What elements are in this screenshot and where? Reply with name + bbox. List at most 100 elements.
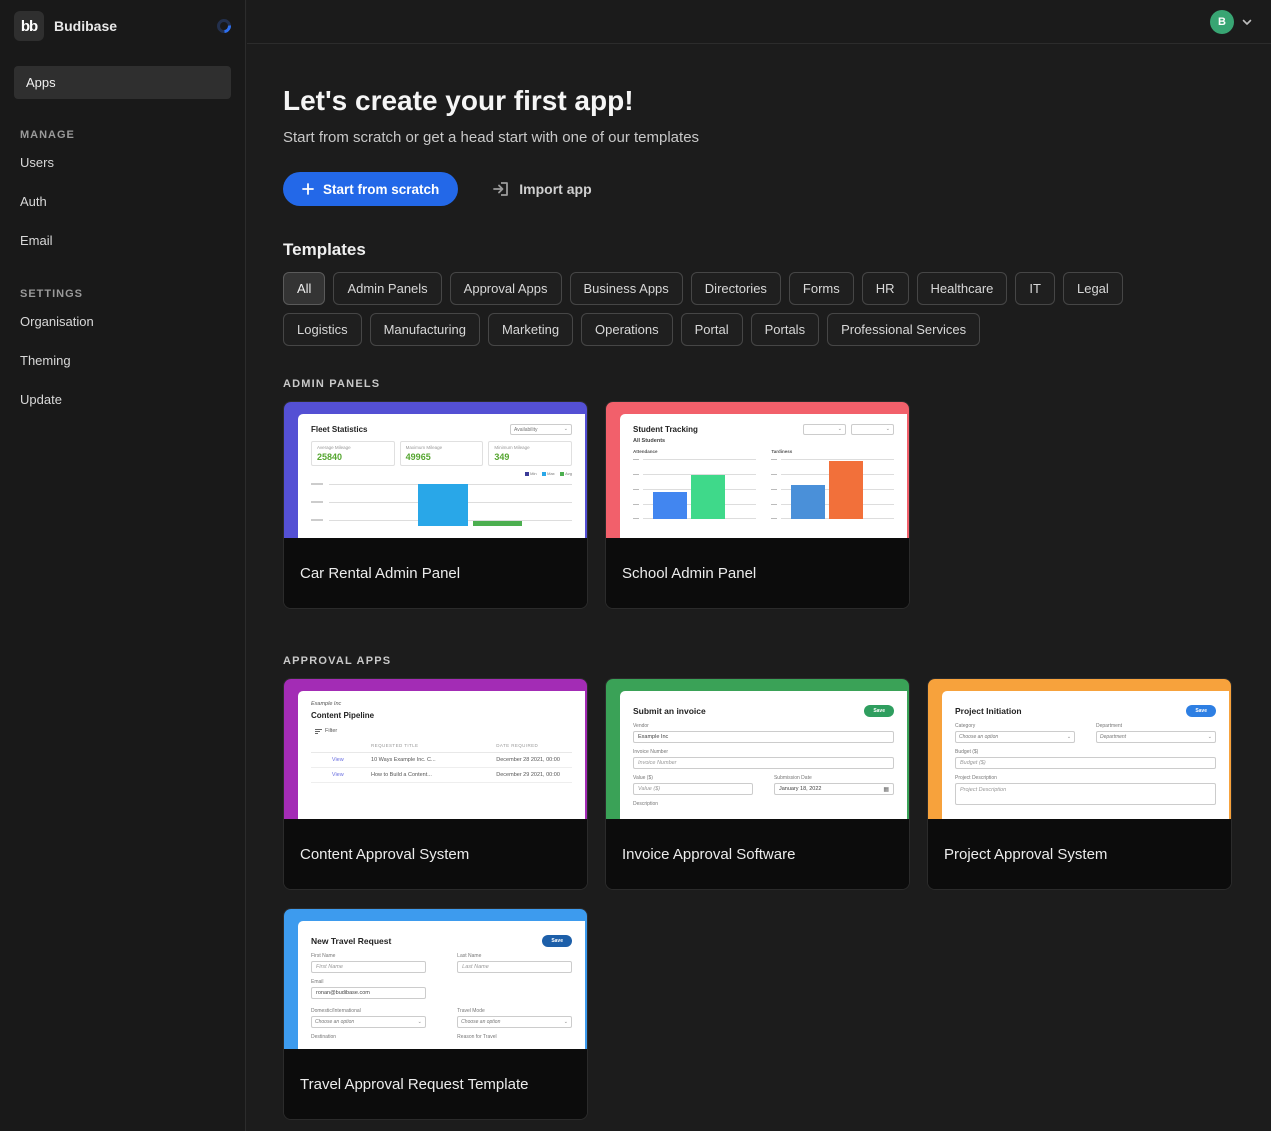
template-card-title: Car Rental Admin Panel: [284, 538, 587, 608]
loading-spinner-icon: [214, 16, 234, 36]
mock-project-title: Project Initiation: [955, 706, 1022, 716]
mock-tardiness-chart: Tardiness: [771, 449, 894, 519]
invoice-thumbnail: Submit an invoice Save Vendor Example In…: [606, 679, 909, 819]
sidebar-item-auth[interactable]: Auth: [0, 184, 245, 219]
travel-thumbnail: New Travel Request Save First Name First…: [284, 909, 587, 1049]
mock-company: Example Inc: [311, 701, 572, 707]
mock-travel-title: New Travel Request: [311, 936, 391, 946]
sidebar-section-manage: MANAGE: [20, 129, 245, 141]
filter-chip-marketing[interactable]: Marketing: [488, 313, 573, 346]
mock-date-input: January 18, 2022▦: [774, 783, 894, 795]
mock-email-input: ronan@budibase.com: [311, 987, 426, 999]
sidebar-item-update[interactable]: Update: [0, 382, 245, 417]
filter-chip-hr[interactable]: HR: [862, 272, 909, 305]
mock-last-name-input: Last Name: [457, 961, 572, 973]
page-title: Let's create your first app!: [283, 85, 1271, 117]
mock-fleet-title: Fleet Statistics: [311, 425, 367, 434]
filter-chip-approval-apps[interactable]: Approval Apps: [450, 272, 562, 305]
template-card-project-approval[interactable]: Project Initiation Save Category Choose …: [927, 678, 1232, 890]
mock-stat-average: Average Mileage 25840: [311, 441, 395, 466]
mock-student-title: Student Tracking: [633, 425, 698, 434]
template-card-content-approval[interactable]: Example Inc Content Pipeline Filter REQU…: [283, 678, 588, 890]
mock-chart-legend: Min Max Avg: [311, 471, 572, 476]
budibase-portal: bb Budibase Apps MANAGE Users Auth Email…: [0, 0, 1271, 1131]
filter-chip-professional-services[interactable]: Professional Services: [827, 313, 980, 346]
start-from-scratch-label: Start from scratch: [323, 182, 439, 197]
content-thumbnail: Example Inc Content Pipeline Filter REQU…: [284, 679, 587, 819]
template-card-school[interactable]: Student Tracking ⌄ ⌄ All Students Attend…: [605, 401, 910, 609]
mock-table: REQUESTED TITLE DATE REQUIRED View 10 Wa…: [311, 740, 572, 783]
mock-value-input: Value ($): [633, 783, 753, 795]
travel-mock: New Travel Request Save First Name First…: [298, 921, 585, 1049]
mock-travel-mode-select: Choose an option⌄: [457, 1016, 572, 1028]
mock-stat-minimum: Minimum Mileage 349: [488, 441, 572, 466]
start-from-scratch-button[interactable]: Start from scratch: [283, 172, 458, 206]
school-thumbnail: Student Tracking ⌄ ⌄ All Students Attend…: [606, 402, 909, 538]
mock-attendance-chart: Attendance: [633, 449, 756, 519]
filter-chip-legal[interactable]: Legal: [1063, 272, 1123, 305]
template-card-title: Travel Approval Request Template: [284, 1049, 587, 1119]
filter-chip-directories[interactable]: Directories: [691, 272, 781, 305]
approval-apps-row-2: New Travel Request Save First Name First…: [283, 908, 1271, 1120]
mock-school-selects: ⌄ ⌄: [803, 424, 894, 435]
template-card-car-rental[interactable]: Fleet Statistics Availability⌄ Average M…: [283, 401, 588, 609]
filter-chip-all[interactable]: All: [283, 272, 325, 305]
templates-heading: Templates: [283, 240, 1271, 260]
mock-invoice-title: Submit an invoice: [633, 706, 706, 716]
template-card-title: School Admin Panel: [606, 538, 909, 608]
sidebar-item-apps[interactable]: Apps: [14, 66, 231, 99]
import-app-button[interactable]: Import app: [492, 180, 591, 198]
project-mock: Project Initiation Save Category Choose …: [942, 691, 1229, 819]
page-subtitle: Start from scratch or get a head start w…: [283, 129, 1271, 146]
mock-save-button: Save: [542, 935, 572, 947]
import-icon: [492, 180, 510, 198]
user-avatar[interactable]: B: [1210, 10, 1234, 34]
template-card-title: Project Approval System: [928, 819, 1231, 889]
mock-first-name-input: First Name: [311, 961, 426, 973]
import-app-label: Import app: [519, 181, 591, 197]
calendar-icon: ▦: [883, 786, 889, 793]
template-card-travel-approval[interactable]: New Travel Request Save First Name First…: [283, 908, 588, 1120]
filter-chip-it[interactable]: IT: [1015, 272, 1055, 305]
mock-category-select: Choose an option⌄: [955, 731, 1075, 743]
filter-chip-logistics[interactable]: Logistics: [283, 313, 362, 346]
budibase-logo: bb: [14, 11, 44, 41]
template-card-invoice-approval[interactable]: Submit an invoice Save Vendor Example In…: [605, 678, 910, 890]
mock-all-students: All Students: [633, 438, 894, 444]
mock-save-button: Save: [1186, 705, 1216, 717]
mock-domestic-select: Choose an option⌄: [311, 1016, 426, 1028]
mock-bar-blue: [418, 484, 468, 526]
filter-chip-healthcare[interactable]: Healthcare: [917, 272, 1008, 305]
car-rental-mock: Fleet Statistics Availability⌄ Average M…: [298, 414, 585, 538]
sidebar-item-organisation[interactable]: Organisation: [0, 304, 245, 339]
mock-save-button: Save: [864, 705, 894, 717]
content-mock: Example Inc Content Pipeline Filter REQU…: [298, 691, 585, 819]
sidebar-item-email[interactable]: Email: [0, 223, 245, 258]
template-filters: All Admin Panels Approval Apps Business …: [283, 272, 1193, 346]
filter-icon: [315, 729, 322, 734]
filter-chip-admin-panels[interactable]: Admin Panels: [333, 272, 441, 305]
mock-bar-green: [473, 521, 523, 526]
template-card-title: Content Approval System: [284, 819, 587, 889]
invoice-mock: Submit an invoice Save Vendor Example In…: [620, 691, 907, 819]
school-mock: Student Tracking ⌄ ⌄ All Students Attend…: [620, 414, 907, 538]
sidebar-item-users[interactable]: Users: [0, 145, 245, 180]
filter-chip-operations[interactable]: Operations: [581, 313, 673, 346]
mock-invoice-number-input: Invoice Number: [633, 757, 894, 769]
mock-department-select: Department⌄: [1096, 731, 1216, 743]
sidebar-item-theming[interactable]: Theming: [0, 343, 245, 378]
table-row: View How to Build a Content... December …: [311, 768, 572, 783]
filter-chip-manufacturing[interactable]: Manufacturing: [370, 313, 480, 346]
mock-filter-button: Filter: [315, 728, 572, 734]
sidebar-header: bb Budibase: [0, 0, 245, 52]
filter-chip-portals[interactable]: Portals: [751, 313, 819, 346]
filter-chip-portal[interactable]: Portal: [681, 313, 743, 346]
hero-actions: Start from scratch Import app: [283, 172, 1271, 206]
sidebar-section-settings: SETTINGS: [20, 288, 245, 300]
filter-chip-business-apps[interactable]: Business Apps: [570, 272, 683, 305]
mock-pipeline-title: Content Pipeline: [311, 711, 572, 720]
chevron-down-icon[interactable]: [1241, 16, 1253, 28]
sidebar: bb Budibase Apps MANAGE Users Auth Email…: [0, 0, 246, 1131]
car-rental-thumbnail: Fleet Statistics Availability⌄ Average M…: [284, 402, 587, 538]
filter-chip-forms[interactable]: Forms: [789, 272, 854, 305]
